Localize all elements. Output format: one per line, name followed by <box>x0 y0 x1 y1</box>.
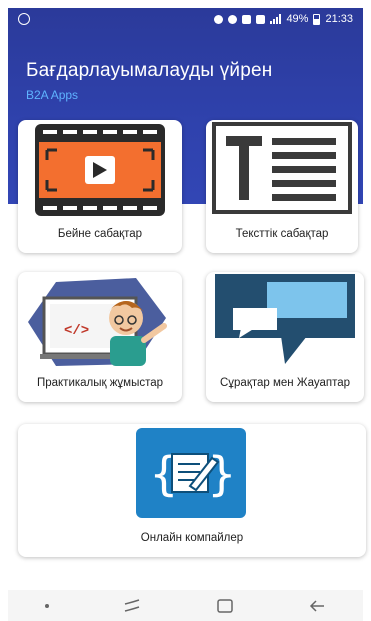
whatsapp-icon <box>18 13 30 25</box>
text-lessons-card[interactable]: Тексттік сабақтар <box>206 120 358 253</box>
nav-dot <box>45 603 50 608</box>
android-nav-bar <box>8 590 363 621</box>
status-time: 21:33 <box>325 13 353 25</box>
svg-text:}: } <box>208 447 236 501</box>
home-button-icon[interactable] <box>216 598 234 614</box>
wifi-icon <box>228 14 238 24</box>
qa-label: Сұрақтар мен Жауаптар <box>219 377 351 389</box>
text-lessons-label: Тексттік сабақтар <box>235 228 329 240</box>
video-lessons-card[interactable]: Бейне сабақтар <box>18 120 182 253</box>
practical-work-label: Практикалық жұмыстар <box>36 377 164 389</box>
recent-apps-icon[interactable] <box>123 598 141 613</box>
app-title: Бағдарлауымалауды үйрен <box>26 60 273 81</box>
video-play-icon <box>35 124 165 216</box>
battery-icon <box>313 13 321 25</box>
lte-icon <box>256 14 266 24</box>
programmer-boy-icon: </> <box>28 278 167 366</box>
chat-bubbles-icon <box>215 274 355 364</box>
online-compiler-card[interactable]: { } Онлайн компайлер <box>18 424 366 557</box>
video-lessons-label: Бейне сабақтар <box>57 228 143 240</box>
signal-icon <box>270 14 282 24</box>
app-subtitle: B2A Apps <box>26 88 79 102</box>
alarm-icon <box>214 14 224 24</box>
online-compiler-label: Онлайн компайлер <box>140 532 244 544</box>
battery-percent: 49% <box>286 13 309 25</box>
qa-card[interactable]: Сұрақтар мен Жауаптар <box>206 272 364 402</box>
back-arrow-icon[interactable] <box>308 599 326 613</box>
practical-work-card[interactable]: </> Практикалық жұмыстар <box>18 272 182 402</box>
code-editor-icon: { } <box>136 428 246 518</box>
text-document-icon <box>212 122 352 214</box>
status-bar: 49% 21:33 <box>8 8 363 30</box>
data-icon <box>242 14 252 24</box>
svg-text:</>: </> <box>64 323 89 339</box>
